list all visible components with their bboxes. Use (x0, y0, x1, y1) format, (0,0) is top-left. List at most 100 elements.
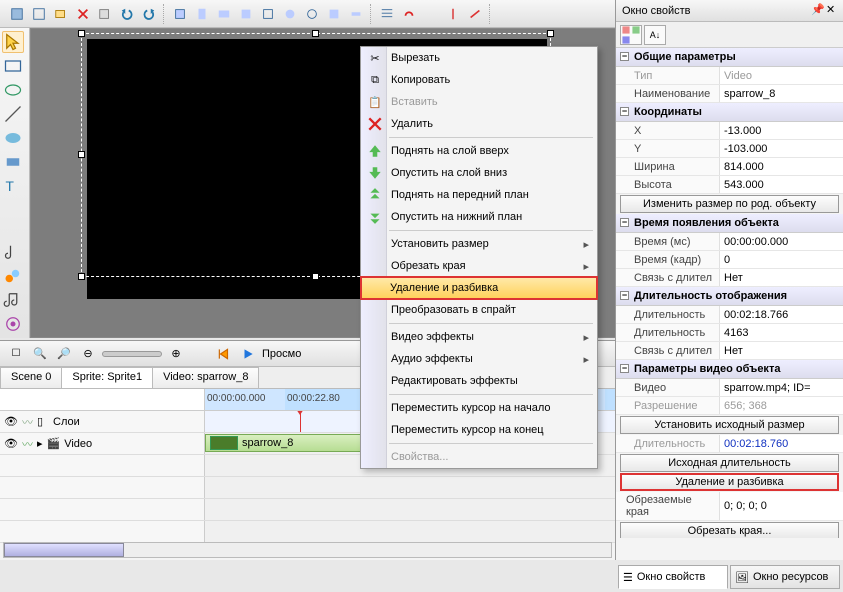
props-section-video-params[interactable]: −Параметры видео объекта (616, 360, 843, 379)
btn-src-duration[interactable]: Исходная длительность (620, 454, 839, 472)
snap-icon[interactable] (399, 4, 419, 24)
props-section-coords[interactable]: −Координаты (616, 103, 843, 122)
ellipse-tool-icon[interactable] (2, 79, 24, 101)
redo-icon[interactable] (139, 4, 159, 24)
btn-split-delete[interactable]: Удаление и разбивка (620, 473, 839, 491)
ctx-bring-front[interactable]: Поднять на передний план (361, 184, 597, 206)
tool-btn[interactable] (280, 4, 300, 24)
ctx-cut[interactable]: ✂Вырезать (361, 47, 597, 69)
lock-col-icon[interactable]: ▯ (37, 415, 43, 428)
prop-value[interactable]: 00:00:00.000 (720, 233, 843, 250)
btn-crop-edges[interactable]: Обрезать края... (620, 522, 839, 538)
collapse-icon[interactable]: − (620, 291, 629, 300)
track-chevron-icon[interactable]: ▸ (37, 437, 43, 450)
timeline-scroll-thumb[interactable] (4, 543, 124, 557)
resize-handle[interactable] (547, 30, 554, 37)
pin-icon[interactable]: 📌 (811, 3, 825, 17)
tool-icon[interactable] (2, 199, 24, 218)
ctx-send-back[interactable]: Опустить на нижний план (361, 206, 597, 228)
props-section-general[interactable]: −Общие параметры (616, 48, 843, 67)
zoom-slider[interactable]: ⊕ (166, 344, 186, 364)
line-tool-icon[interactable] (2, 103, 24, 125)
tool-btn[interactable] (258, 4, 278, 24)
prop-value[interactable]: Нет (720, 269, 843, 286)
collapse-icon[interactable]: − (620, 107, 629, 116)
ctx-to-sprite[interactable]: Преобразовать в спрайт (361, 299, 597, 321)
props-view-alpha[interactable]: A↓ (644, 25, 666, 45)
ctx-set-size[interactable]: Установить размер (361, 233, 597, 255)
tool-btn[interactable] (95, 4, 115, 24)
audio-icon[interactable]: 〰 (22, 436, 33, 452)
ctx-video-fx[interactable]: Видео эффекты (361, 326, 597, 348)
tool-btn[interactable] (51, 4, 71, 24)
timeline-scrollbar[interactable] (3, 542, 612, 558)
tab-properties-window[interactable]: ☰ Окно свойств (618, 565, 728, 589)
tool-btn[interactable] (346, 4, 366, 24)
resize-handle[interactable] (78, 151, 85, 158)
shape-tool-icon[interactable] (2, 127, 24, 149)
prop-value[interactable]: 0 (720, 251, 843, 268)
tool-btn[interactable] (236, 4, 256, 24)
collapse-icon[interactable]: − (620, 364, 629, 373)
ctx-crop-edges[interactable]: Обрезать края (361, 255, 597, 277)
tool-btn[interactable] (421, 4, 441, 24)
play-icon[interactable] (238, 344, 258, 364)
props-section-disp-dur[interactable]: −Длительность отображения (616, 287, 843, 306)
ctx-edit-fx[interactable]: Редактировать эффекты (361, 370, 597, 392)
prop-value[interactable]: sparrow_8 (720, 85, 843, 102)
eye-icon[interactable]: 👁 (4, 437, 18, 450)
resize-handle[interactable] (312, 273, 319, 280)
zoom-100-icon[interactable]: ☐ (6, 344, 26, 364)
delete-icon[interactable] (73, 4, 93, 24)
collapse-icon[interactable]: − (620, 52, 629, 61)
resize-handle[interactable] (312, 30, 319, 37)
tab-sprite[interactable]: Sprite: Sprite1 (61, 367, 153, 388)
ctx-copy[interactable]: ⧉Копировать (361, 69, 597, 91)
tab-video[interactable]: Video: sparrow_8 (152, 367, 259, 388)
rect-fill-tool-icon[interactable] (2, 151, 24, 173)
prop-value[interactable]: 00:02:18.766 (720, 306, 843, 323)
tab-scene[interactable]: Scene 0 (0, 367, 62, 388)
ctx-layer-up[interactable]: Поднять на слой вверх (361, 140, 597, 162)
tool-btn[interactable] (170, 4, 190, 24)
collapse-icon[interactable]: − (620, 218, 629, 227)
btn-set-src-size[interactable]: Установить исходный размер (620, 416, 839, 434)
resize-handle[interactable] (78, 30, 85, 37)
music-tool-icon[interactable] (2, 289, 24, 311)
audio-tool-icon[interactable] (2, 241, 24, 263)
zoom-out-icon[interactable]: 🔎 (54, 344, 74, 364)
tool-btn[interactable] (7, 4, 27, 24)
tab-resources-window[interactable]: 🖼 Окно ресурсов (730, 565, 840, 589)
tool-btn[interactable] (324, 4, 344, 24)
text-tool-icon[interactable]: T (2, 175, 24, 197)
prop-value[interactable]: -13.000 (720, 122, 843, 139)
prop-value[interactable]: 4163 (720, 324, 843, 341)
zoom-in-icon[interactable]: 🔍 (30, 344, 50, 364)
ctx-audio-fx[interactable]: Аудио эффекты (361, 348, 597, 370)
cursor-tool-icon[interactable] (2, 31, 24, 53)
undo-icon[interactable] (117, 4, 137, 24)
tool-btn[interactable] (302, 4, 322, 24)
tool-icon[interactable] (2, 220, 24, 239)
align-icon[interactable] (377, 4, 397, 24)
eye-icon[interactable]: 👁 (4, 415, 18, 428)
rect-tool-icon[interactable] (2, 55, 24, 77)
zoom-slider-track[interactable] (102, 351, 162, 357)
ctx-cursor-end[interactable]: Переместить курсор на конец (361, 419, 597, 441)
tool-icon[interactable] (2, 265, 24, 287)
prop-value[interactable]: 0; 0; 0; 0 (720, 492, 843, 520)
ctx-cursor-start[interactable]: Переместить курсор на начало (361, 397, 597, 419)
tool-btn[interactable] (29, 4, 49, 24)
props-view-categorized[interactable] (620, 25, 642, 45)
goto-start-icon[interactable] (214, 344, 234, 364)
playhead[interactable] (300, 411, 301, 432)
ctx-split-delete[interactable]: Удаление и разбивка (360, 276, 598, 300)
prop-value[interactable]: sparrow.mp4; ID= (720, 379, 843, 396)
tool-btn[interactable] (443, 4, 463, 24)
btn-resize-parent[interactable]: Изменить размер по род. объекту (620, 195, 839, 213)
ctx-delete[interactable]: Удалить (361, 113, 597, 135)
prop-value[interactable]: Нет (720, 342, 843, 359)
resize-handle[interactable] (78, 273, 85, 280)
zoom-slider[interactable]: ⊖ (78, 344, 98, 364)
tool-btn[interactable] (465, 4, 485, 24)
